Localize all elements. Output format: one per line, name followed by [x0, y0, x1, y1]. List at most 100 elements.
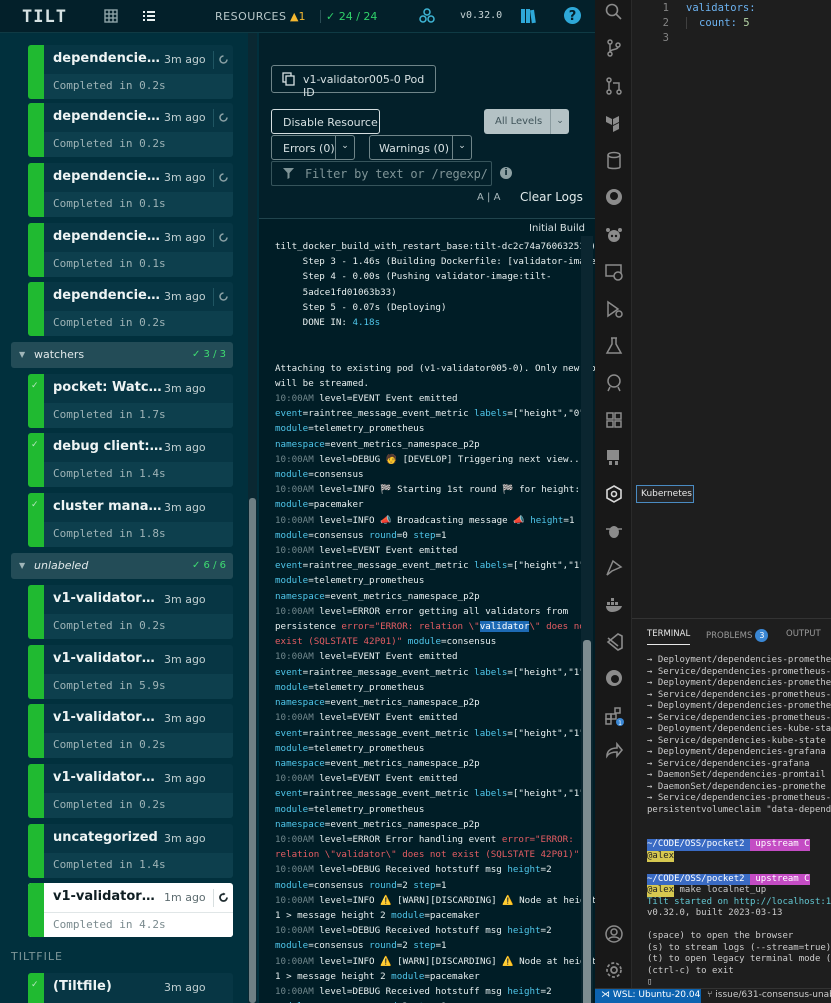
trigger-button[interactable]: [213, 889, 231, 907]
remote-indicator[interactable]: ⋊ WSL: Ubuntu-20.04: [595, 989, 701, 1003]
group-header-unlabeled[interactable]: ▼ unlabeled ✓ 6 / 6: [11, 553, 233, 579]
settings-gear-icon[interactable]: [604, 960, 624, 980]
help-icon[interactable]: ?: [563, 6, 582, 25]
resource-card[interactable]: v1-validator004 3m ago Completed in 0.2s: [28, 764, 233, 818]
resource-card[interactable]: dependencies-... 3m ago Completed in 0.1…: [28, 223, 233, 277]
collapse-icon: ▼: [19, 561, 26, 570]
terminal-output[interactable]: → Deployment/dependencies-promethe → Ser…: [647, 655, 831, 989]
docker-compose-icon[interactable]: [604, 447, 624, 467]
terraform-icon[interactable]: [604, 113, 624, 133]
gitlens-icon[interactable]: [604, 373, 624, 393]
tab-output[interactable]: OUTPUT: [786, 629, 821, 639]
ok-count[interactable]: ✓ 24 / 24: [320, 10, 377, 23]
vscode-activity-bar: 1: [595, 0, 632, 988]
warning-count[interactable]: ▲1: [290, 10, 305, 23]
scrollbar-thumb[interactable]: [583, 640, 591, 1003]
remote-explorer-icon[interactable]: [604, 225, 624, 245]
trigger-button[interactable]: [213, 229, 231, 247]
database-icon[interactable]: [604, 151, 624, 171]
log-output[interactable]: Initial Build tilt_docker_build_with_res…: [259, 218, 607, 1003]
resource-time: 3m ago: [164, 593, 206, 606]
trigger-button[interactable]: [213, 51, 231, 69]
collapse-icon: ▼: [19, 350, 26, 359]
trigger-button[interactable]: [213, 288, 231, 306]
font-size-toggle[interactable]: A | A: [477, 192, 500, 203]
resource-sidebar: dependencies-... 3m ago Completed in 0.2…: [0, 33, 259, 1003]
trigger-button[interactable]: [213, 169, 231, 187]
list-view-icon[interactable]: [141, 8, 157, 24]
warnings-label: Warnings (0): [379, 142, 450, 155]
copy-icon: [282, 72, 295, 86]
chevron-down-icon: ⌄: [550, 109, 569, 134]
account-icon[interactable]: [604, 924, 624, 944]
tab-problems[interactable]: PROBLEMS 3: [706, 629, 769, 642]
log-scrollbar[interactable]: [581, 236, 593, 1003]
github-icon[interactable]: [604, 187, 624, 207]
group-label: unlabeled: [34, 559, 89, 572]
resource-name: dependencies-...: [53, 169, 163, 184]
tiltfile-card[interactable]: ✓ (Tiltfile) 3m ago: [28, 973, 233, 1003]
visual-studio-icon[interactable]: [604, 632, 624, 652]
resource-card[interactable]: ✓ cluster manage... 3m ago Completed in …: [28, 493, 233, 547]
resource-card[interactable]: v1-validator002 3m ago Completed in 5.9s: [28, 645, 233, 699]
group-count: ✓ 3 / 3: [191, 349, 226, 360]
group-label: watchers: [34, 348, 85, 361]
extensions-remote-icon[interactable]: [604, 410, 624, 430]
warnings-filter-button[interactable]: Warnings (0) ⌄: [369, 135, 472, 160]
resource-card[interactable]: dependencies-... 3m ago Completed in 0.2…: [28, 45, 233, 99]
resource-time: 3m ago: [164, 441, 206, 454]
tab-problems-label: PROBLEMS: [706, 631, 753, 641]
clear-logs-button[interactable]: Clear Logs: [520, 190, 583, 204]
pull-request-icon[interactable]: [604, 76, 624, 96]
code-editor[interactable]: 1 2 3 validators: count: 5: [632, 0, 831, 618]
bug-icon[interactable]: [604, 521, 624, 541]
trigger-button[interactable]: [213, 109, 231, 127]
tilt-logo[interactable]: TILT: [22, 7, 67, 27]
resource-card[interactable]: dependencies-l... 3m ago Completed in 0.…: [28, 282, 233, 336]
build-status: Completed in 1.4s: [44, 853, 233, 878]
source-control-icon[interactable]: [604, 38, 624, 58]
extensions-icon[interactable]: 1: [604, 706, 624, 726]
search-icon[interactable]: [604, 2, 624, 22]
tab-terminal[interactable]: TERMINAL: [647, 629, 691, 645]
screen: TILT RESOURCES ▲1 ✓ 24 / 24 v0.32.0 ? de…: [0, 0, 831, 1003]
scrollbar-thumb[interactable]: [249, 498, 256, 1003]
remote-window-icon[interactable]: [604, 262, 624, 282]
log-filter-input[interactable]: Filter by text or /regexp/: [271, 161, 492, 186]
resource-time: 3m ago: [164, 290, 206, 303]
info-icon[interactable]: i: [500, 167, 512, 179]
snapshot-icon[interactable]: [418, 7, 436, 25]
tilt-extension-icon[interactable]: [604, 558, 624, 578]
chevron-down-icon[interactable]: ⌄: [452, 136, 471, 159]
disable-resource-button[interactable]: Disable Resource: [271, 109, 380, 134]
group-header-watchers[interactable]: ▼ watchers ✓ 3 / 3: [11, 342, 233, 368]
log-level-select[interactable]: All Levels ⌄: [484, 109, 569, 134]
errors-filter-button[interactable]: Errors (0) ⌄: [271, 135, 355, 160]
copy-pod-id-button[interactable]: v1-validator005-0 Pod ID: [271, 65, 436, 99]
testing-flask-icon[interactable]: [604, 336, 624, 356]
resource-card-selected[interactable]: v1-validator005 1m ago Completed in 4.2s: [28, 883, 233, 937]
run-debug-icon[interactable]: [604, 299, 624, 319]
git-branch[interactable]: ⑂ issue/631-consensus-unab: [707, 990, 831, 1000]
grid-view-icon[interactable]: [103, 8, 119, 24]
resource-time: 3m ago: [164, 382, 206, 395]
edge-browser-icon[interactable]: [604, 668, 624, 688]
docker-icon[interactable]: [604, 594, 624, 614]
resource-card[interactable]: ✓ debug client: W... 3m ago Completed in…: [28, 433, 233, 487]
resource-card[interactable]: dependencies-... 3m ago Completed in 0.1…: [28, 163, 233, 217]
resource-card[interactable]: v1-validator003 3m ago Completed in 0.2s: [28, 704, 233, 758]
build-status: Completed in 1.7s: [44, 403, 233, 428]
build-status: Completed in 1.8s: [44, 522, 233, 547]
build-status: Completed in 4.2s: [44, 912, 233, 937]
chevron-down-icon[interactable]: ⌄: [335, 136, 354, 159]
sidebar-scrollbar[interactable]: [248, 33, 257, 1003]
log-text: tilt_docker_build_with_restart_base:tilt…: [275, 241, 607, 1003]
resource-card[interactable]: uncategorized 3m ago Completed in 1.4s: [28, 824, 233, 878]
resource-card[interactable]: ✓ pocket: Watch ... 3m ago Completed in …: [28, 374, 233, 428]
live-share-icon[interactable]: [604, 742, 624, 762]
docs-icon[interactable]: [520, 7, 537, 25]
resource-card[interactable]: dependencies-... 3m ago Completed in 0.2…: [28, 103, 233, 157]
resource-card[interactable]: v1-validator001 3m ago Completed in 0.2s: [28, 585, 233, 639]
check-icon: ✓: [31, 500, 39, 510]
kubernetes-icon[interactable]: [604, 484, 624, 504]
